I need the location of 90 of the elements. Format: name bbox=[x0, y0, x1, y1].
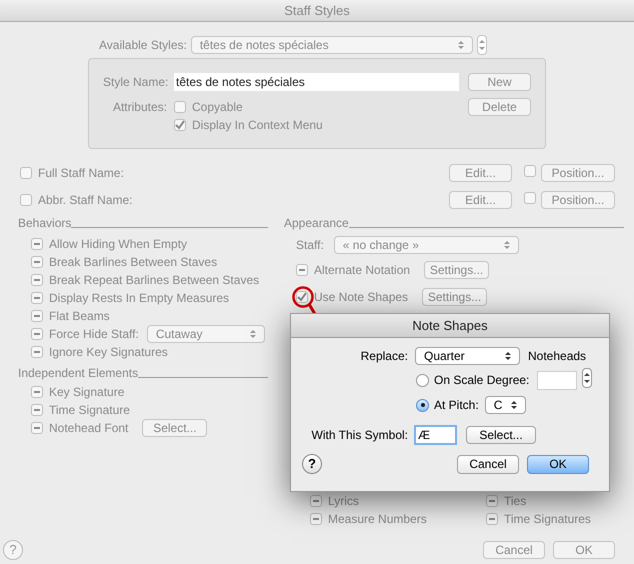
checkbox[interactable] bbox=[524, 192, 536, 204]
button[interactable]: OK bbox=[527, 454, 589, 474]
checkbox[interactable] bbox=[174, 101, 186, 113]
field-label: Available Styles: bbox=[99, 37, 187, 54]
button[interactable]: Settings... bbox=[422, 288, 488, 306]
section-heading: Appearance bbox=[284, 215, 349, 232]
checkbox[interactable] bbox=[486, 495, 498, 507]
staff-dropdown[interactable]: « no change » bbox=[334, 236, 519, 254]
option-label: Lyrics bbox=[328, 493, 359, 510]
button[interactable]: OK bbox=[553, 541, 615, 559]
style-name-field[interactable]: têtes de notes spéciales bbox=[174, 73, 459, 91]
option-label: Use Note Shapes bbox=[314, 289, 408, 306]
help-button[interactable]: ? bbox=[302, 454, 322, 474]
updown-arrows-icon bbox=[510, 400, 517, 410]
option-label: Force Hide Staff: bbox=[49, 326, 139, 343]
button[interactable]: Edit... bbox=[449, 164, 512, 182]
button[interactable]: Edit... bbox=[449, 191, 512, 209]
symbol-field[interactable]: Æ bbox=[414, 425, 457, 445]
option-label: Ignore Key Signatures bbox=[49, 344, 168, 361]
option-label: Copyable bbox=[192, 99, 243, 116]
checkbox[interactable] bbox=[31, 274, 43, 286]
degree-field[interactable] bbox=[537, 370, 578, 390]
field-label: With This Symbol: bbox=[310, 427, 408, 444]
field-label: Replace: bbox=[360, 348, 408, 365]
radio-label: On Scale Degree: bbox=[434, 372, 530, 389]
dropdown[interactable]: Cutaway bbox=[146, 325, 265, 343]
updown-arrows-icon bbox=[478, 39, 485, 51]
updown-arrows-icon bbox=[458, 40, 464, 50]
option-label: Measure Numbers bbox=[328, 511, 427, 528]
field-label: Style Name: bbox=[103, 74, 167, 91]
checkbox[interactable] bbox=[174, 119, 186, 131]
checkbox[interactable] bbox=[296, 291, 308, 303]
checkbox[interactable] bbox=[20, 194, 32, 206]
button[interactable]: Cancel bbox=[483, 541, 545, 559]
updown-arrows-icon bbox=[584, 372, 590, 384]
checkbox[interactable] bbox=[31, 238, 43, 250]
radio-label: At Pitch: bbox=[434, 397, 479, 414]
option-label: Abbr. Staff Name: bbox=[38, 192, 132, 209]
button[interactable]: Position... bbox=[541, 191, 615, 209]
section-heading: Behaviors bbox=[18, 215, 72, 232]
option-label: Time Signatures bbox=[504, 511, 591, 528]
button[interactable]: Settings... bbox=[424, 261, 490, 279]
styles-dropdown[interactable]: têtes de notes spéciales bbox=[190, 36, 473, 54]
replace-dropdown[interactable]: Quarter bbox=[415, 347, 520, 365]
checkbox[interactable] bbox=[524, 165, 536, 177]
updown-arrows-icon bbox=[504, 240, 510, 250]
option-label: Key Signature bbox=[49, 384, 124, 401]
button[interactable]: New bbox=[468, 73, 531, 91]
button[interactable]: Cancel bbox=[457, 454, 519, 474]
option-label: Break Repeat Barlines Between Staves bbox=[49, 272, 260, 289]
option-label: Time Signature bbox=[49, 402, 130, 419]
window-title: Staff Styles bbox=[284, 2, 350, 20]
checkbox[interactable] bbox=[31, 386, 43, 398]
option-label: Allow Hiding When Empty bbox=[49, 236, 188, 253]
checkbox[interactable] bbox=[310, 495, 322, 507]
option-label: Ties bbox=[504, 493, 526, 510]
button[interactable]: Delete bbox=[468, 98, 531, 116]
button[interactable]: Select... bbox=[466, 426, 536, 444]
pitch-dropdown[interactable]: C bbox=[484, 396, 526, 414]
option-label: Alternate Notation bbox=[314, 262, 410, 279]
field-label: Noteheads bbox=[528, 348, 586, 365]
updown-arrows-icon bbox=[250, 329, 256, 339]
checkbox[interactable] bbox=[31, 310, 43, 322]
button[interactable]: Select... bbox=[142, 419, 208, 437]
radio-button[interactable] bbox=[416, 374, 429, 386]
radio-button[interactable] bbox=[416, 398, 429, 412]
checkbox[interactable] bbox=[20, 167, 32, 179]
checkbox[interactable] bbox=[486, 513, 498, 525]
checkbox[interactable] bbox=[31, 328, 43, 340]
checkbox[interactable] bbox=[31, 422, 43, 434]
checkbox[interactable] bbox=[296, 264, 308, 276]
stepper[interactable] bbox=[582, 368, 592, 388]
option-label: Break Barlines Between Staves bbox=[49, 254, 218, 271]
help-button[interactable]: ? bbox=[3, 540, 23, 560]
checkbox[interactable] bbox=[31, 346, 43, 358]
checkbox[interactable] bbox=[31, 292, 43, 304]
dialog-title: Note Shapes bbox=[412, 316, 488, 335]
button[interactable]: Position... bbox=[541, 164, 615, 182]
option-label: Notehead Font bbox=[49, 420, 128, 437]
section-heading: Independent Elements bbox=[18, 365, 138, 382]
checkbox[interactable] bbox=[310, 513, 322, 525]
option-label: Display In Context Menu bbox=[192, 117, 323, 134]
field-label: Attributes: bbox=[112, 99, 167, 116]
checkbox[interactable] bbox=[31, 256, 43, 268]
option-label: Full Staff Name: bbox=[38, 165, 124, 182]
field-label: Staff: bbox=[296, 237, 324, 254]
option-label: Display Rests In Empty Measures bbox=[49, 290, 230, 307]
updown-arrows-icon bbox=[505, 351, 511, 361]
option-label: Flat Beams bbox=[49, 308, 110, 325]
checkbox[interactable] bbox=[31, 404, 43, 416]
